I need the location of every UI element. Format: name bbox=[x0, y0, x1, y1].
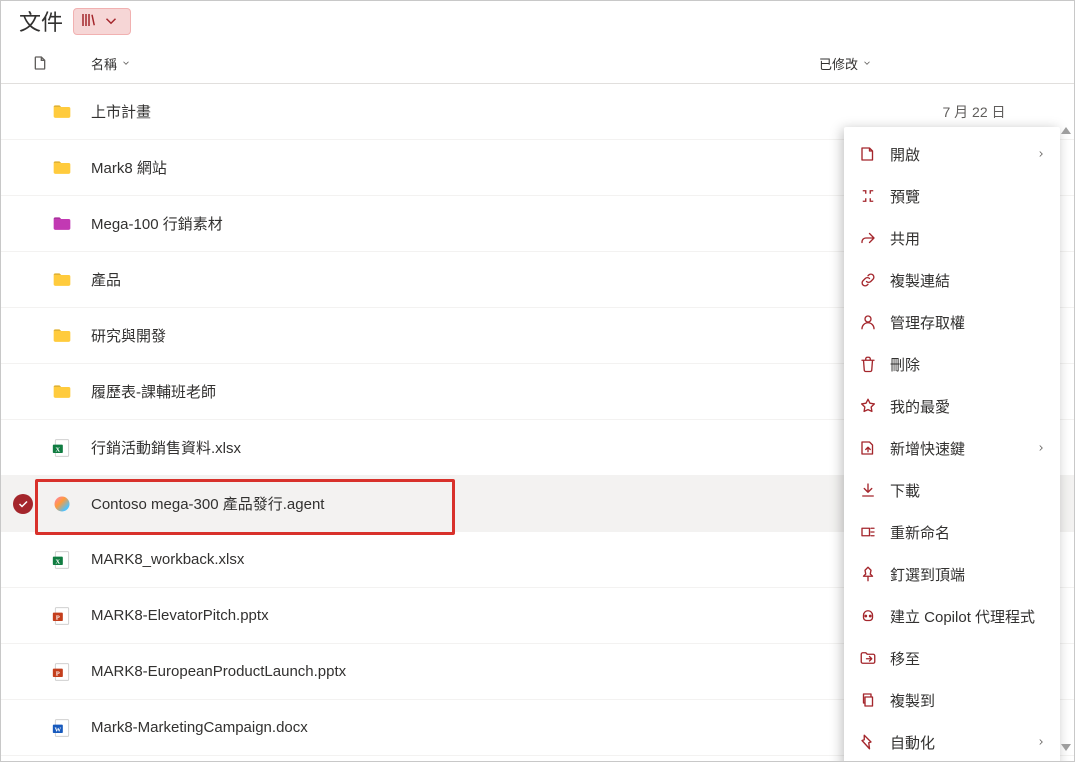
menu-item-label: 複製連結 bbox=[890, 270, 950, 291]
shortcut-icon bbox=[858, 438, 878, 458]
file-modified: 7 月 22 日 bbox=[874, 102, 1074, 122]
file-name: MARK8-ElevatorPitch.pptx bbox=[79, 607, 874, 624]
menu-item-delete[interactable]: 刪除 bbox=[844, 343, 1060, 385]
rename-icon bbox=[858, 522, 878, 542]
file-name: 行銷活動銷售資料.xlsx bbox=[79, 437, 874, 458]
file-type-icon: W bbox=[45, 717, 79, 739]
menu-item-pin[interactable]: 釘選到頂端 bbox=[844, 553, 1060, 595]
file-name: MARK8-EuropeanProductLaunch.pptx bbox=[79, 663, 874, 680]
pin-icon bbox=[858, 564, 878, 584]
header: 文件 bbox=[1, 1, 1074, 47]
chevron-right-icon bbox=[1036, 146, 1046, 163]
svg-text:P: P bbox=[56, 670, 60, 677]
file-type-icon: X bbox=[45, 549, 79, 571]
file-name: Mark8-MarketingCampaign.docx bbox=[79, 719, 874, 736]
chevron-down-icon bbox=[102, 12, 120, 30]
file-name: 研究與開發 bbox=[79, 325, 874, 346]
svg-text:W: W bbox=[55, 726, 62, 733]
page-title: 文件 bbox=[19, 5, 63, 37]
menu-item-open[interactable]: 開啟 bbox=[844, 133, 1060, 175]
menu-item-share[interactable]: 共用 bbox=[844, 217, 1060, 259]
file-name: Contoso mega-300 產品發行.agent bbox=[79, 493, 845, 514]
scroll-down-icon bbox=[1061, 744, 1071, 751]
preview-icon bbox=[858, 186, 878, 206]
download-icon bbox=[858, 480, 878, 500]
menu-item-rename[interactable]: 重新命名 bbox=[844, 511, 1060, 553]
link-icon bbox=[858, 270, 878, 290]
chevron-down-icon bbox=[121, 58, 131, 68]
library-selector[interactable] bbox=[73, 8, 131, 35]
menu-item-favorite[interactable]: 我的最愛 bbox=[844, 385, 1060, 427]
person-icon bbox=[858, 312, 878, 332]
file-type-icon: X bbox=[45, 437, 79, 459]
menu-item-label: 自動化 bbox=[890, 732, 935, 753]
moveto-icon bbox=[858, 648, 878, 668]
file-type-icon: P bbox=[45, 661, 79, 683]
context-menu: 開啟 預覽 共用 複製連結 管理存取權 刪除 我的最愛 新增快速鍵 下載 重新命… bbox=[844, 127, 1060, 762]
open-icon bbox=[858, 144, 878, 164]
scrollbar[interactable] bbox=[1060, 127, 1072, 751]
menu-item-copylink[interactable]: 複製連結 bbox=[844, 259, 1060, 301]
menu-item-copyto[interactable]: 複製到 bbox=[844, 679, 1060, 721]
file-type-icon bbox=[45, 158, 79, 178]
file-type-icon bbox=[45, 102, 79, 122]
menu-item-label: 共用 bbox=[890, 228, 920, 249]
row-checkbox[interactable] bbox=[1, 494, 45, 514]
file-type-icon bbox=[45, 214, 79, 234]
menu-item-access[interactable]: 管理存取權 bbox=[844, 301, 1060, 343]
menu-item-label: 釘選到頂端 bbox=[890, 564, 965, 585]
copilot-icon bbox=[858, 606, 878, 626]
file-type-icon: P bbox=[45, 605, 79, 627]
menu-item-copilot[interactable]: 建立 Copilot 代理程式 bbox=[844, 595, 1060, 637]
file-name: 履歷表-課輔班老師 bbox=[79, 381, 874, 402]
check-icon bbox=[13, 494, 33, 514]
scroll-up-icon bbox=[1061, 127, 1071, 134]
menu-item-shortcut[interactable]: 新增快速鍵 bbox=[844, 427, 1060, 469]
col-modified-header[interactable]: 已修改 bbox=[799, 54, 872, 73]
file-type-icon bbox=[45, 382, 79, 402]
trash-icon bbox=[858, 354, 878, 374]
svg-text:X: X bbox=[55, 558, 60, 565]
file-type-icon bbox=[45, 493, 79, 515]
star-icon bbox=[858, 396, 878, 416]
file-name: 上市計畫 bbox=[79, 101, 874, 122]
menu-item-label: 下載 bbox=[890, 480, 920, 501]
menu-item-automate[interactable]: 自動化 bbox=[844, 721, 1060, 762]
menu-item-moveto[interactable]: 移至 bbox=[844, 637, 1060, 679]
menu-item-label: 我的最愛 bbox=[890, 396, 950, 417]
menu-item-label: 預覽 bbox=[890, 186, 920, 207]
menu-item-label: 管理存取權 bbox=[890, 312, 965, 333]
chevron-down-icon bbox=[862, 58, 872, 68]
file-name: Mark8 網站 bbox=[79, 157, 874, 178]
menu-item-label: 移至 bbox=[890, 648, 920, 669]
menu-item-label: 複製到 bbox=[890, 690, 935, 711]
app-window: 文件 名稱 已修改 上市計畫 7 月 22 日 bbox=[0, 0, 1075, 762]
svg-text:X: X bbox=[55, 446, 60, 453]
chevron-right-icon bbox=[1036, 734, 1046, 751]
share-icon bbox=[858, 228, 878, 248]
books-icon bbox=[80, 11, 98, 32]
copyto-icon bbox=[858, 690, 878, 710]
menu-item-label: 新增快速鍵 bbox=[890, 438, 965, 459]
col-type-header[interactable] bbox=[1, 53, 79, 73]
menu-item-download[interactable]: 下載 bbox=[844, 469, 1060, 511]
svg-text:P: P bbox=[56, 614, 60, 621]
chevron-right-icon bbox=[1036, 440, 1046, 457]
file-name: Mega-100 行銷素材 bbox=[79, 213, 874, 234]
column-headers: 名稱 已修改 bbox=[1, 47, 1074, 84]
file-type-icon bbox=[45, 326, 79, 346]
menu-item-label: 重新命名 bbox=[890, 522, 950, 543]
col-modified-label: 已修改 bbox=[819, 54, 858, 73]
file-icon bbox=[32, 53, 48, 73]
col-name-label: 名稱 bbox=[91, 54, 117, 73]
menu-item-label: 建立 Copilot 代理程式 bbox=[890, 606, 1035, 627]
col-name-header[interactable]: 名稱 bbox=[79, 54, 799, 73]
menu-item-preview[interactable]: 預覽 bbox=[844, 175, 1060, 217]
menu-item-label: 開啟 bbox=[890, 144, 920, 165]
file-name: MARK8_workback.xlsx bbox=[79, 551, 874, 568]
file-name: 產品 bbox=[79, 269, 874, 290]
automate-icon bbox=[858, 732, 878, 752]
file-type-icon bbox=[45, 270, 79, 290]
menu-item-label: 刪除 bbox=[890, 354, 920, 375]
